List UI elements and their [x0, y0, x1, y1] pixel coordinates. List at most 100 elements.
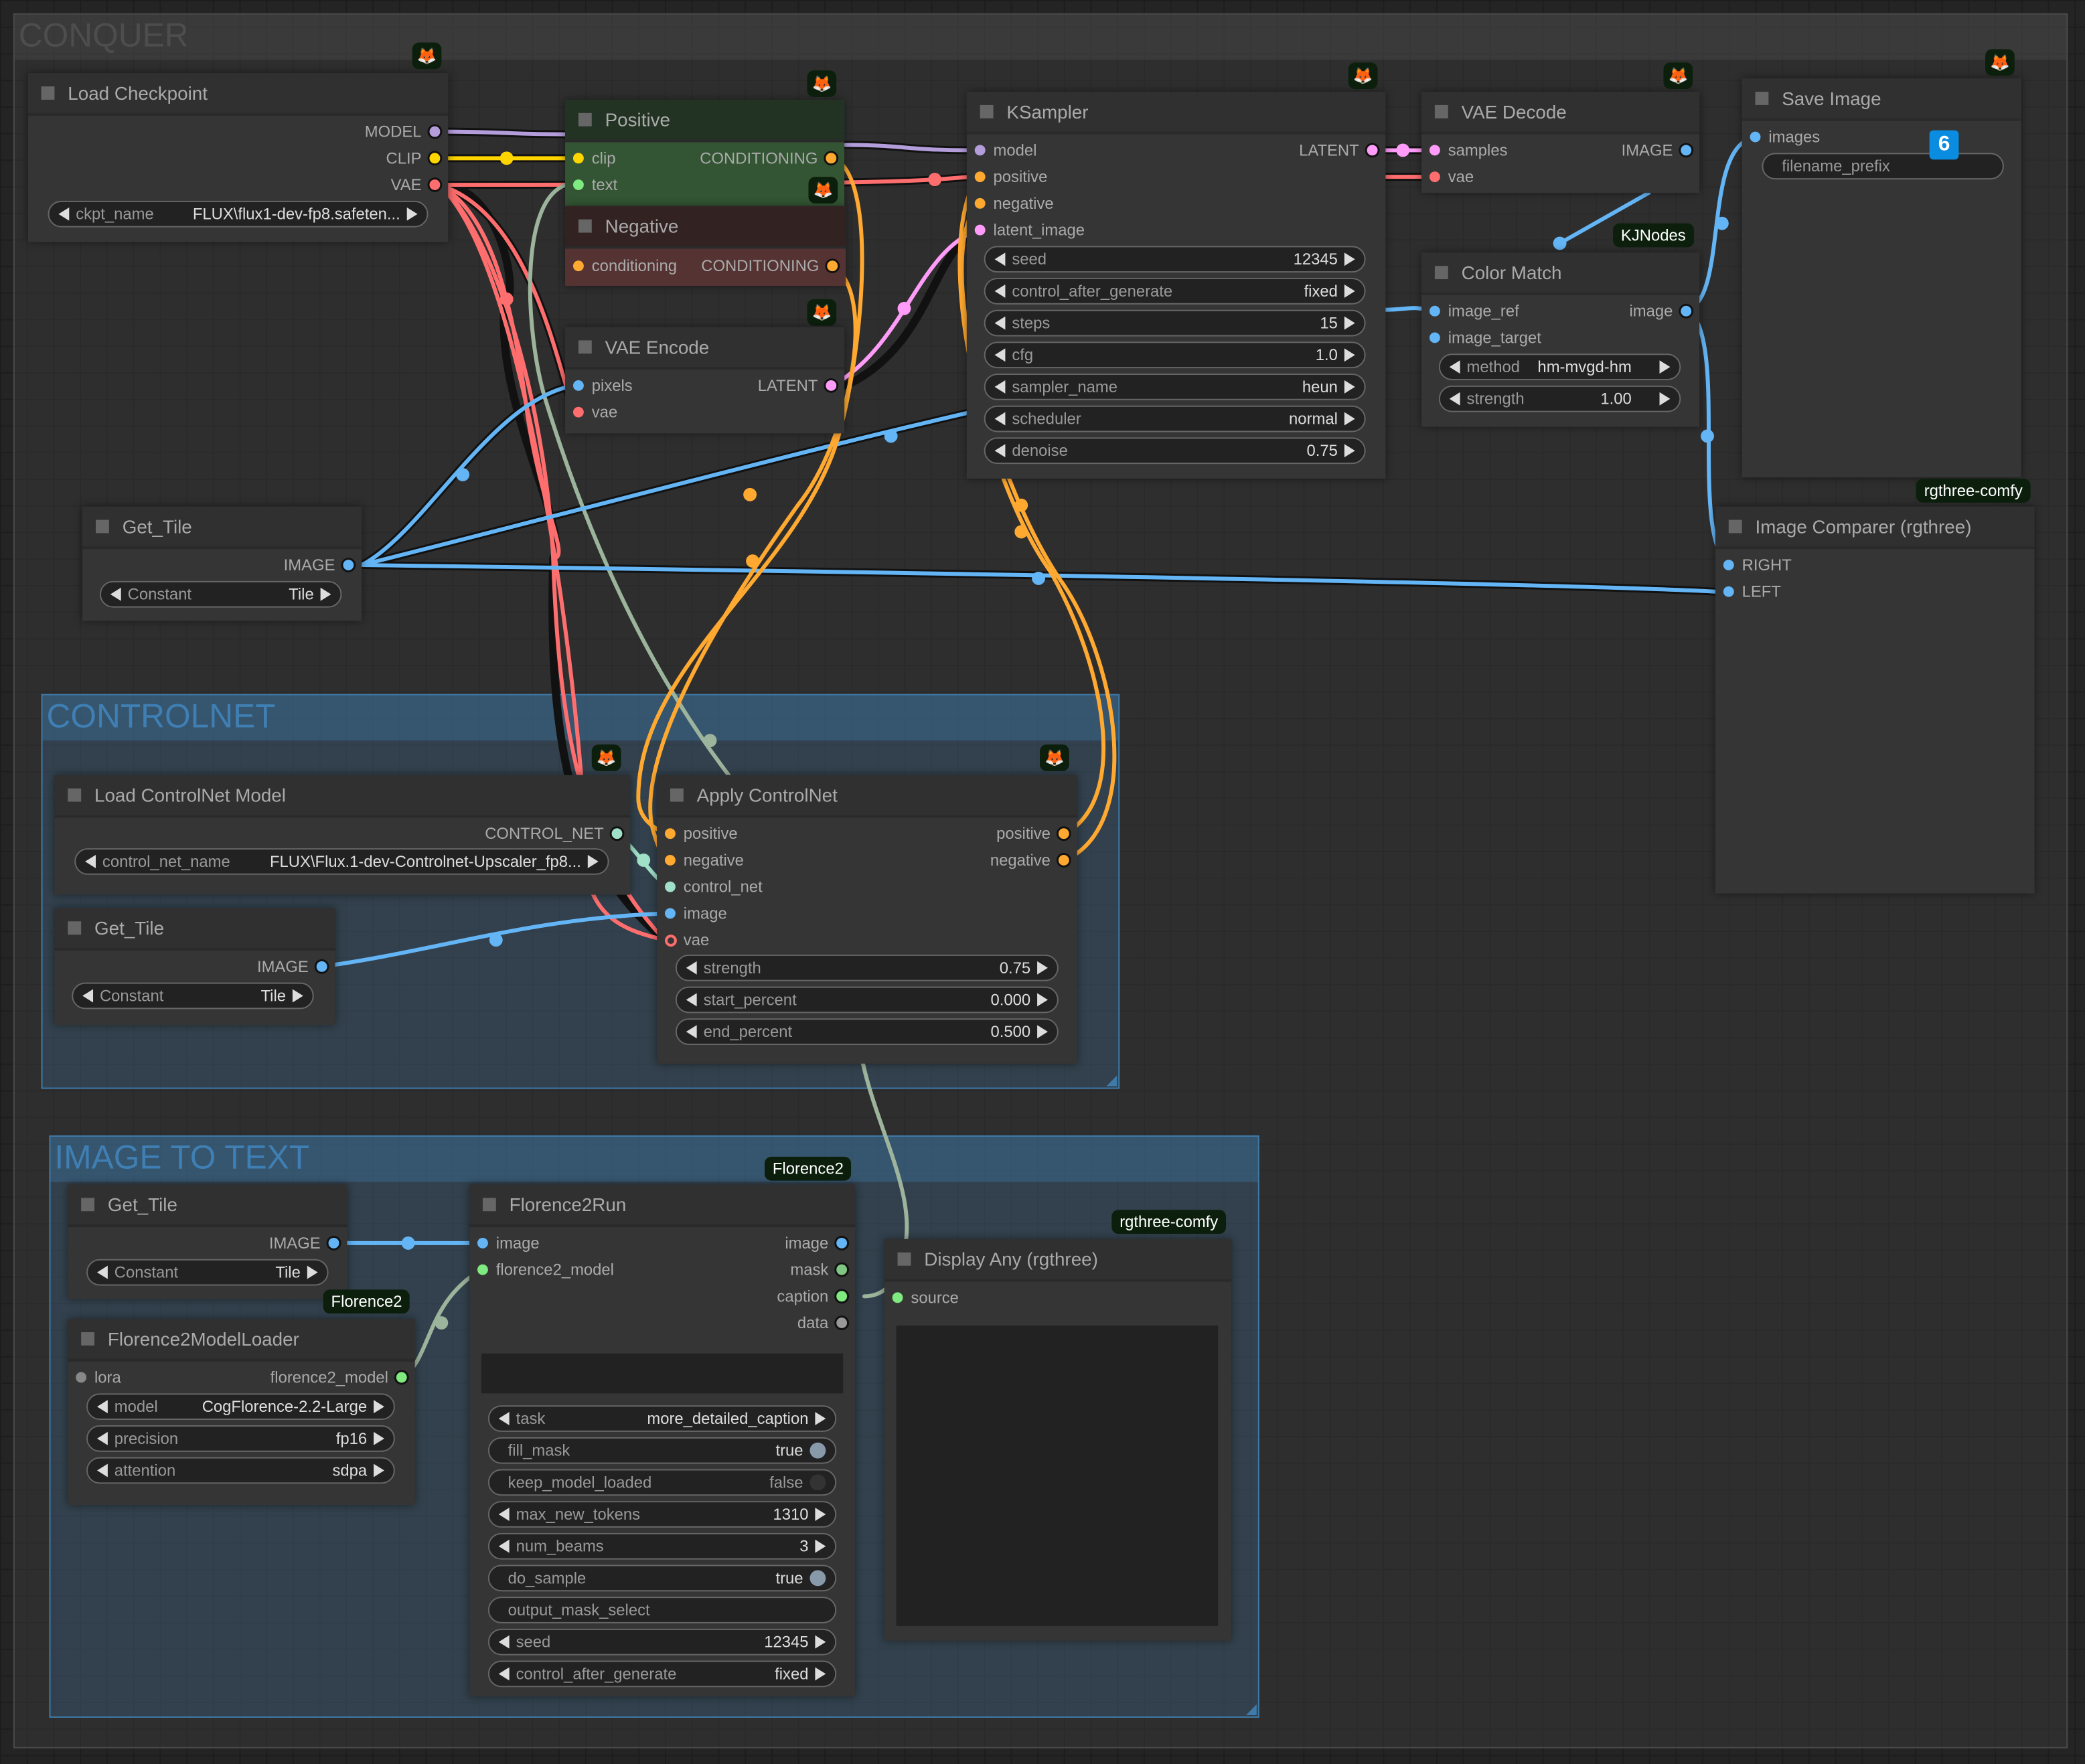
node-color-match[interactable]: Color Match image_ref image_target image…	[1421, 252, 1700, 427]
collapse-toggle[interactable]	[1728, 519, 1742, 534]
collapse-toggle[interactable]	[578, 112, 592, 127]
node-florence2-model-loader[interactable]: Florence2ModelLoader lora florence2_mode…	[68, 1319, 415, 1506]
toggle-do-sample[interactable]: do_sample true	[487, 1565, 837, 1592]
slot-dot[interactable]	[1429, 145, 1440, 156]
slot-dot[interactable]	[1429, 332, 1440, 343]
increment-arrow-icon[interactable]	[374, 1463, 384, 1477]
input-output-mask-select[interactable]: output_mask_select	[487, 1597, 837, 1623]
widget-ckpt-name[interactable]: ckpt_name FLUX\flux1-dev-fp8.safeten...	[48, 200, 429, 228]
widget-model[interactable]: model CogFlorence-2.2-Large	[86, 1393, 395, 1421]
slot-dot[interactable]	[1723, 586, 1734, 597]
decrement-arrow-icon[interactable]	[994, 316, 1006, 330]
widget-constant[interactable]: Constant Tile	[72, 982, 314, 1010]
collapse-toggle[interactable]	[578, 219, 592, 233]
slot-dot[interactable]	[1429, 305, 1440, 317]
slot-dot[interactable]	[826, 153, 837, 164]
slot-dot[interactable]	[1429, 171, 1440, 183]
increment-arrow-icon[interactable]	[374, 1431, 384, 1445]
node-title[interactable]: Load ControlNet Model	[54, 775, 631, 818]
collapse-toggle[interactable]	[41, 86, 55, 100]
increment-arrow-icon[interactable]	[307, 1265, 318, 1279]
node-title[interactable]: Negative	[565, 206, 846, 249]
slot-dot[interactable]	[429, 179, 441, 190]
slot-dot[interactable]	[974, 197, 986, 209]
slot-dot[interactable]	[429, 153, 441, 164]
output-conditioning[interactable]: CONDITIONING	[701, 252, 846, 279]
node-title[interactable]: Save Image	[1742, 78, 2021, 121]
resize-handle[interactable]	[1106, 1075, 1117, 1087]
collapse-toggle[interactable]	[897, 1252, 911, 1266]
node-title[interactable]: Positive	[565, 99, 845, 143]
collapse-toggle[interactable]	[81, 1332, 95, 1346]
input-image-ref[interactable]: image_ref	[1421, 298, 1519, 325]
node-vae-encode[interactable]: VAE Encode pixels vae LATENT	[565, 327, 845, 434]
slot-dot[interactable]	[1058, 854, 1069, 866]
decrement-arrow-icon[interactable]	[994, 380, 1006, 394]
decrement-arrow-icon[interactable]	[498, 1667, 510, 1681]
slot-dot[interactable]	[1750, 131, 1761, 143]
input-florence2-model[interactable]: florence2_model	[469, 1257, 614, 1283]
slot-dot[interactable]	[328, 1237, 339, 1249]
decrement-arrow-icon[interactable]	[686, 1025, 697, 1039]
output-latent[interactable]: LATENT	[758, 372, 844, 399]
slot-dot[interactable]	[316, 961, 327, 972]
node-positive[interactable]: Positive clip text CONDITIONING	[565, 99, 845, 206]
widget-constant[interactable]: Constant Tile	[99, 580, 342, 608]
slot-dot[interactable]	[396, 1372, 407, 1383]
toggle-fill-mask[interactable]: fill_mask true	[487, 1437, 837, 1464]
collapse-toggle[interactable]	[81, 1198, 95, 1212]
node-save-image[interactable]: Save Image images filename_prefix	[1742, 78, 2021, 477]
canvas[interactable]: CONQUER CONTROLNET IMAGE TO TEXT Load Ch…	[0, 0, 2085, 1764]
input-negative[interactable]: negative	[657, 847, 744, 874]
decrement-arrow-icon[interactable]	[498, 1635, 510, 1649]
slot-dot[interactable]	[665, 828, 676, 839]
node-title[interactable]: VAE Decode	[1421, 92, 1700, 135]
node-title[interactable]: KSampler	[966, 92, 1386, 135]
output-positive[interactable]: positive	[996, 820, 1077, 847]
node-title[interactable]: Color Match	[1421, 252, 1700, 295]
collapse-toggle[interactable]	[670, 788, 684, 802]
slot-dot[interactable]	[836, 1264, 848, 1275]
decrement-arrow-icon[interactable]	[686, 993, 697, 1007]
slot-dot[interactable]	[572, 260, 584, 272]
output-control-net[interactable]: CONTROL_NET	[485, 820, 630, 847]
output-data[interactable]: data	[797, 1309, 855, 1336]
decrement-arrow-icon[interactable]	[994, 285, 1006, 298]
input-source[interactable]: source	[884, 1284, 959, 1311]
slot-dot[interactable]	[665, 881, 676, 892]
increment-arrow-icon[interactable]	[1037, 993, 1048, 1007]
decrement-arrow-icon[interactable]	[1449, 360, 1460, 374]
collapse-toggle[interactable]	[68, 921, 82, 935]
input-model[interactable]: model	[967, 137, 1036, 164]
output-image[interactable]: image	[785, 1230, 855, 1257]
node-image-comparer[interactable]: Image Comparer (rgthree) RIGHT LEFT	[1715, 506, 2035, 894]
input-lora[interactable]: lora	[68, 1364, 121, 1391]
collapse-toggle[interactable]	[482, 1198, 496, 1212]
widget-filename-prefix[interactable]: filename_prefix	[1762, 153, 2004, 180]
node-load-controlnet-model[interactable]: Load ControlNet Model CONTROL_NET contro…	[54, 775, 631, 895]
input-samples[interactable]: samples	[1421, 137, 1508, 164]
widget-control-net-name[interactable]: control_net_name FLUX\Flux.1-dev-Controln…	[74, 848, 609, 875]
slot-dot[interactable]	[836, 1291, 848, 1302]
widget-end-percent[interactable]: end_percent 0.500	[675, 1018, 1059, 1045]
increment-arrow-icon[interactable]	[406, 207, 418, 221]
input-text[interactable]: text	[565, 171, 617, 198]
widget-sampler-name[interactable]: sampler_name heun	[984, 374, 1366, 400]
decrement-arrow-icon[interactable]	[96, 1431, 108, 1445]
slot-dot[interactable]	[572, 179, 584, 190]
increment-arrow-icon[interactable]	[1659, 360, 1671, 374]
increment-arrow-icon[interactable]	[374, 1400, 384, 1414]
node-title[interactable]: Image Comparer (rgthree)	[1715, 506, 2035, 550]
collapse-toggle[interactable]	[980, 104, 994, 118]
widget-num-beams[interactable]: num_beams 3	[487, 1532, 837, 1560]
decrement-arrow-icon[interactable]	[686, 961, 697, 975]
node-title[interactable]: Apply ControlNet	[657, 775, 1077, 818]
slot-dot[interactable]	[572, 153, 584, 164]
output-negative[interactable]: negative	[990, 847, 1077, 874]
widget-attention[interactable]: attention sdpa	[86, 1457, 395, 1484]
node-load-checkpoint[interactable]: Load Checkpoint MODEL CLIP VAE ckpt_name…	[27, 73, 449, 242]
slot-dot[interactable]	[1723, 560, 1734, 570]
decrement-arrow-icon[interactable]	[1449, 392, 1460, 406]
output-vae[interactable]: VAE	[391, 171, 449, 198]
increment-arrow-icon[interactable]	[815, 1508, 826, 1521]
